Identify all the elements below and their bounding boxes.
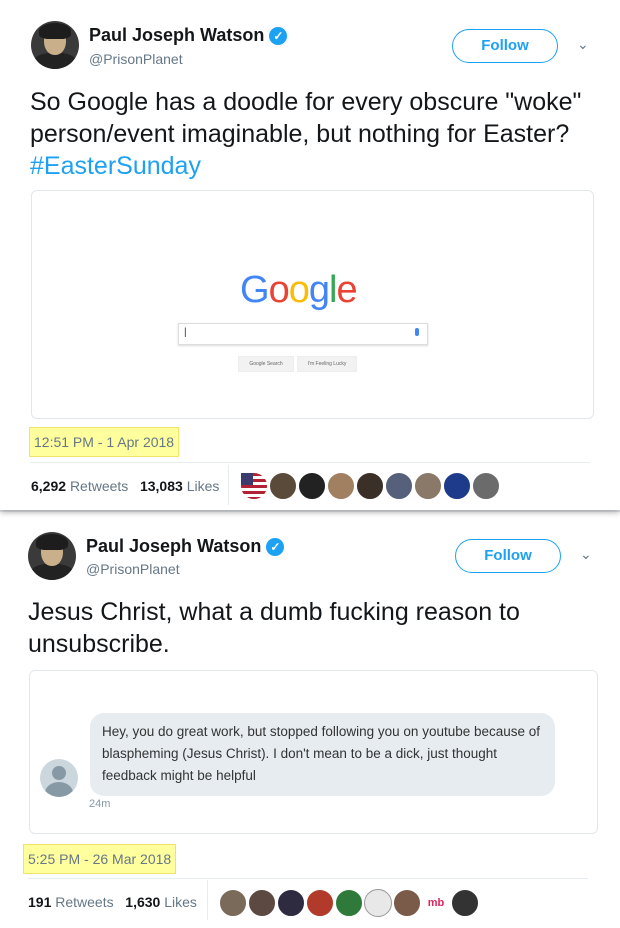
tweet-media-image[interactable]: Google | Google Search I'm Feeling Lucky <box>31 190 594 419</box>
liker-avatar[interactable] <box>248 889 276 917</box>
divider <box>30 462 590 463</box>
verified-badge-icon: ✓ <box>266 538 285 556</box>
liker-avatar[interactable] <box>306 889 334 917</box>
liker-avatar[interactable] <box>443 472 471 500</box>
tweet-card: Paul Joseph Watson ✓ @PrisonPlanet Follow… <box>0 512 620 928</box>
author-name-row[interactable]: Paul Joseph Watson ✓ <box>86 536 285 557</box>
liker-avatar[interactable] <box>414 472 442 500</box>
author-name-row[interactable]: Paul Joseph Watson ✓ <box>89 25 288 46</box>
tweet-stats: 191 Retweets 1,630 Likes <box>28 894 197 910</box>
liker-avatar[interactable] <box>356 472 384 500</box>
stats-separator <box>207 880 208 920</box>
follow-button[interactable]: Follow <box>455 539 561 573</box>
verified-badge-icon: ✓ <box>269 27 288 45</box>
message-text: Hey, you do great work, but stopped foll… <box>102 724 541 783</box>
likes-stat[interactable]: 1,630 Likes <box>125 894 197 910</box>
liker-avatars <box>240 472 500 500</box>
follow-button[interactable]: Follow <box>452 29 558 63</box>
liker-avatar[interactable] <box>393 889 421 917</box>
message-bubble: Hey, you do great work, but stopped foll… <box>90 713 555 796</box>
retweets-stat[interactable]: 6,292 Retweets <box>31 478 128 494</box>
likes-stat[interactable]: 13,083 Likes <box>140 478 219 494</box>
retweets-stat[interactable]: 191 Retweets <box>28 894 114 910</box>
liker-avatar[interactable] <box>327 472 355 500</box>
tweet-card: Paul Joseph Watson ✓ @PrisonPlanet Follow… <box>0 0 620 510</box>
microphone-icon <box>415 328 419 336</box>
google-search-button: Google Search <box>238 356 294 372</box>
hashtag-link[interactable]: #EasterSunday <box>30 152 201 180</box>
search-cursor: | <box>184 327 187 338</box>
liker-avatar[interactable] <box>451 889 479 917</box>
divider <box>28 878 588 879</box>
stats-separator <box>228 465 229 505</box>
retweets-count: 191 <box>28 894 52 910</box>
author-avatar[interactable] <box>28 532 76 580</box>
chevron-down-icon[interactable]: ⌄ <box>580 546 592 563</box>
liker-avatar[interactable] <box>219 889 247 917</box>
author-name[interactable]: Paul Joseph Watson <box>86 536 261 556</box>
mb-logo-icon[interactable]: mb <box>422 889 450 917</box>
tweet-media-image[interactable]: Hey, you do great work, but stopped foll… <box>29 670 598 834</box>
tweet-text-block: So Google has a doodle for every obscure… <box>30 86 600 182</box>
tweet-timestamp[interactable]: 12:51 PM - 1 Apr 2018 <box>29 427 180 457</box>
google-search-field: | <box>178 323 428 345</box>
likes-label: Likes <box>164 894 197 910</box>
tweet-text: Jesus Christ, what a dumb fucking reason… <box>28 598 520 658</box>
google-logo: Google <box>240 269 358 311</box>
retweets-label: Retweets <box>55 894 114 910</box>
liker-avatars: mb <box>219 889 489 917</box>
liker-avatar[interactable] <box>277 889 305 917</box>
likes-label: Likes <box>186 478 220 494</box>
liker-avatar[interactable] <box>385 472 413 500</box>
liker-avatar[interactable] <box>298 472 326 500</box>
author-handle[interactable]: @PrisonPlanet <box>89 51 183 67</box>
author-handle[interactable]: @PrisonPlanet <box>86 561 180 577</box>
liker-avatar[interactable] <box>472 472 500 500</box>
liker-avatar[interactable] <box>335 889 363 917</box>
liker-avatar[interactable] <box>364 889 392 917</box>
user-avatar-icon <box>40 759 78 797</box>
retweets-label: Retweets <box>69 478 129 494</box>
tweet-text: So Google has a doodle for every obscure… <box>30 88 582 148</box>
chevron-down-icon[interactable]: ⌄ <box>577 36 589 53</box>
author-avatar[interactable] <box>31 21 79 69</box>
liker-avatar[interactable] <box>269 472 297 500</box>
message-time: 24m <box>89 798 111 810</box>
feeling-lucky-button: I'm Feeling Lucky <box>297 356 357 372</box>
likes-count: 13,083 <box>139 478 183 494</box>
likes-count: 1,630 <box>125 894 161 910</box>
liker-avatar[interactable] <box>240 472 268 500</box>
tweet-timestamp[interactable]: 5:25 PM - 26 Mar 2018 <box>23 844 177 874</box>
author-name[interactable]: Paul Joseph Watson <box>89 25 264 45</box>
tweet-stats: 6,292 Retweets 13,083 Likes <box>31 478 219 494</box>
retweets-count: 6,292 <box>31 478 67 494</box>
